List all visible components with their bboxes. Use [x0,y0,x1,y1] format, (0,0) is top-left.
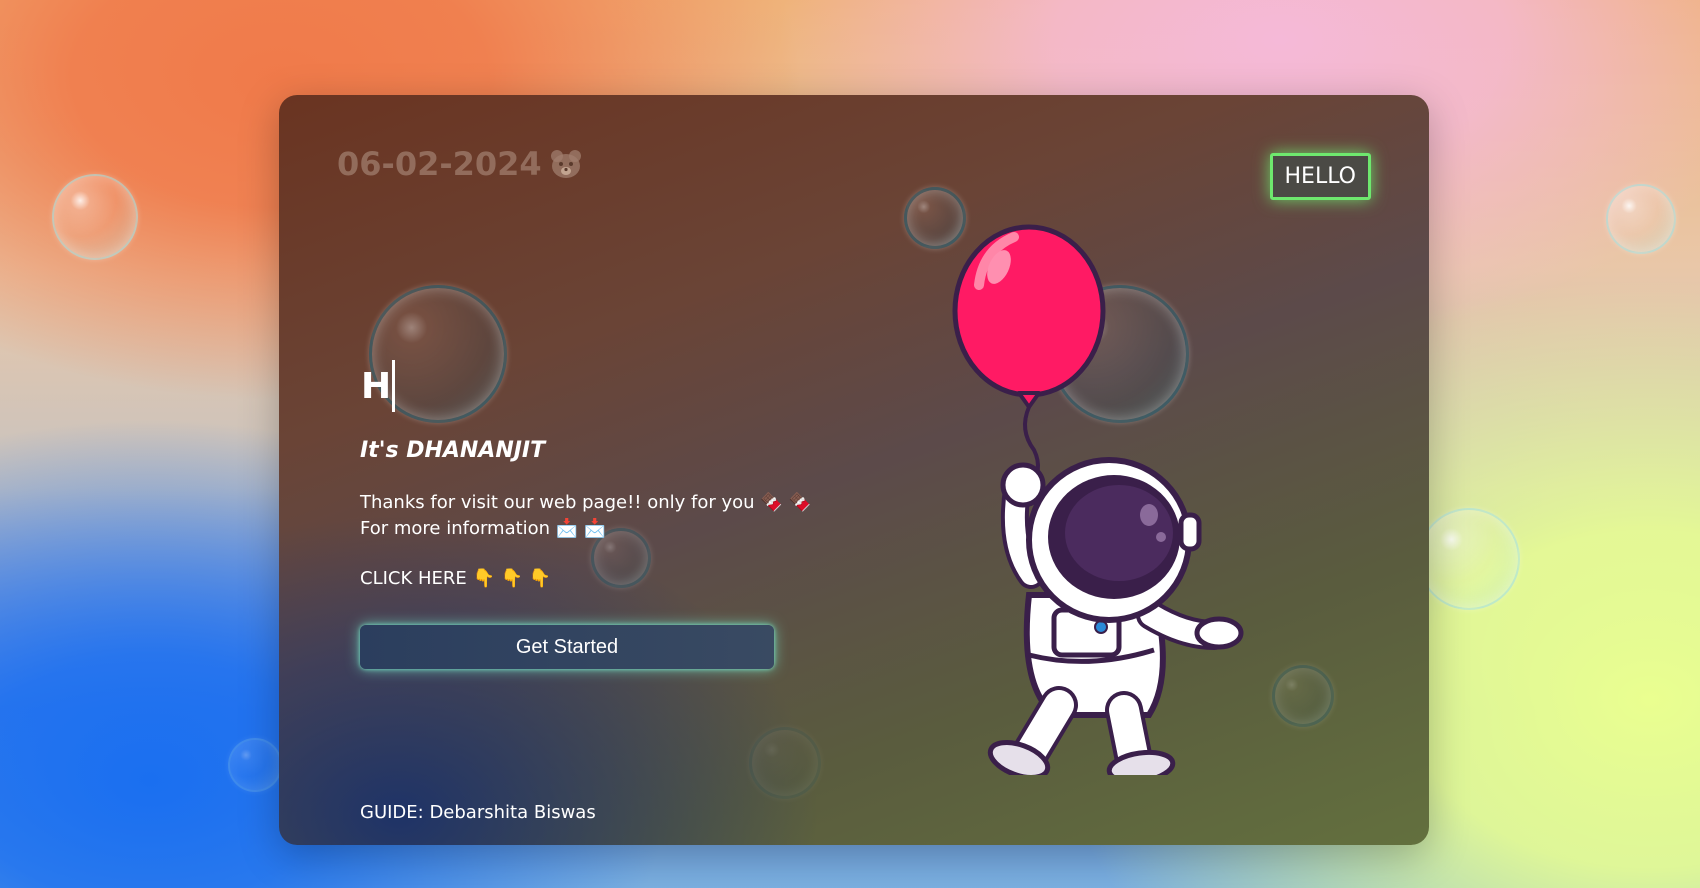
astronaut-icon [987,457,1244,775]
typed-text: H [361,365,392,407]
hello-button[interactable]: HELLO [1269,153,1371,200]
description-line-1: Thanks for visit our web page!! only for… [360,492,811,513]
bear-icon [550,150,581,178]
description-line-2: For more information 📩 📩 [360,518,607,539]
date-text: 06-02-2024 [337,145,542,183]
get-started-button[interactable]: Get Started [360,625,774,669]
click-here-text: CLICK HERE 👇 👇 👇 [360,568,552,589]
bubble-decoration [1606,184,1676,254]
bubble-decoration [1418,508,1520,610]
date-label: 06-02-2024 [337,145,582,183]
bubble-decoration [1272,665,1334,727]
bubble-decoration [228,738,282,792]
typing-headline: H [361,360,396,412]
main-card: 06-02-2024 HELLO H It's DHANANJIT Thanks… [279,95,1429,845]
bubble-decoration [52,174,138,260]
guide-credit: GUIDE: Debarshita Biswas [360,802,596,823]
page-background: 06-02-2024 HELLO H It's DHANANJIT Thanks… [0,0,1700,888]
description: Thanks for visit our web page!! only for… [360,490,811,542]
bubble-decoration [749,727,821,799]
author-name: It's DHANANJIT [360,438,546,463]
balloon-icon [952,224,1106,492]
text-cursor [392,360,396,412]
astronaut-balloon-illustration [952,224,1244,775]
